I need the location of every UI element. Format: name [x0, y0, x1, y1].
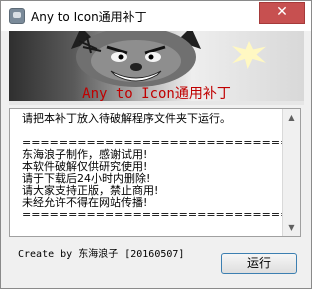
close-button[interactable]: ✕ — [259, 2, 305, 24]
wolf-banner-image — [71, 31, 201, 87]
log-scrollbar[interactable]: ▲ ▼ — [282, 109, 300, 236]
starburst-decoration — [232, 41, 266, 69]
log-line: ================================ — [22, 208, 301, 221]
run-button[interactable]: 运行 — [221, 253, 297, 274]
scroll-down-arrow-icon[interactable]: ▼ — [283, 219, 300, 236]
patch-window: Any to Icon通用补丁 ✕ Any to Icon通用补丁 请把本补丁放… — [0, 0, 312, 289]
window-title: Any to Icon通用补丁 — [31, 10, 147, 24]
banner-image: Any to Icon通用补丁 — [9, 31, 304, 105]
app-icon — [9, 8, 25, 24]
credit-label: Create by 东海浪子 [20160507] — [18, 249, 185, 260]
banner-strip — [9, 101, 304, 105]
log-text: 请把本补丁放入待破解程序文件夹下运行。 ====================… — [22, 112, 301, 221]
log-textarea[interactable]: 请把本补丁放入待破解程序文件夹下运行。 ====================… — [9, 108, 301, 237]
log-line: 请把本补丁放入待破解程序文件夹下运行。 — [22, 112, 231, 125]
scroll-up-arrow-icon[interactable]: ▲ — [283, 109, 300, 126]
title-bar[interactable]: Any to Icon通用补丁 ✕ — [1, 1, 311, 31]
banner-title: Any to Icon通用补丁 — [82, 86, 231, 102]
